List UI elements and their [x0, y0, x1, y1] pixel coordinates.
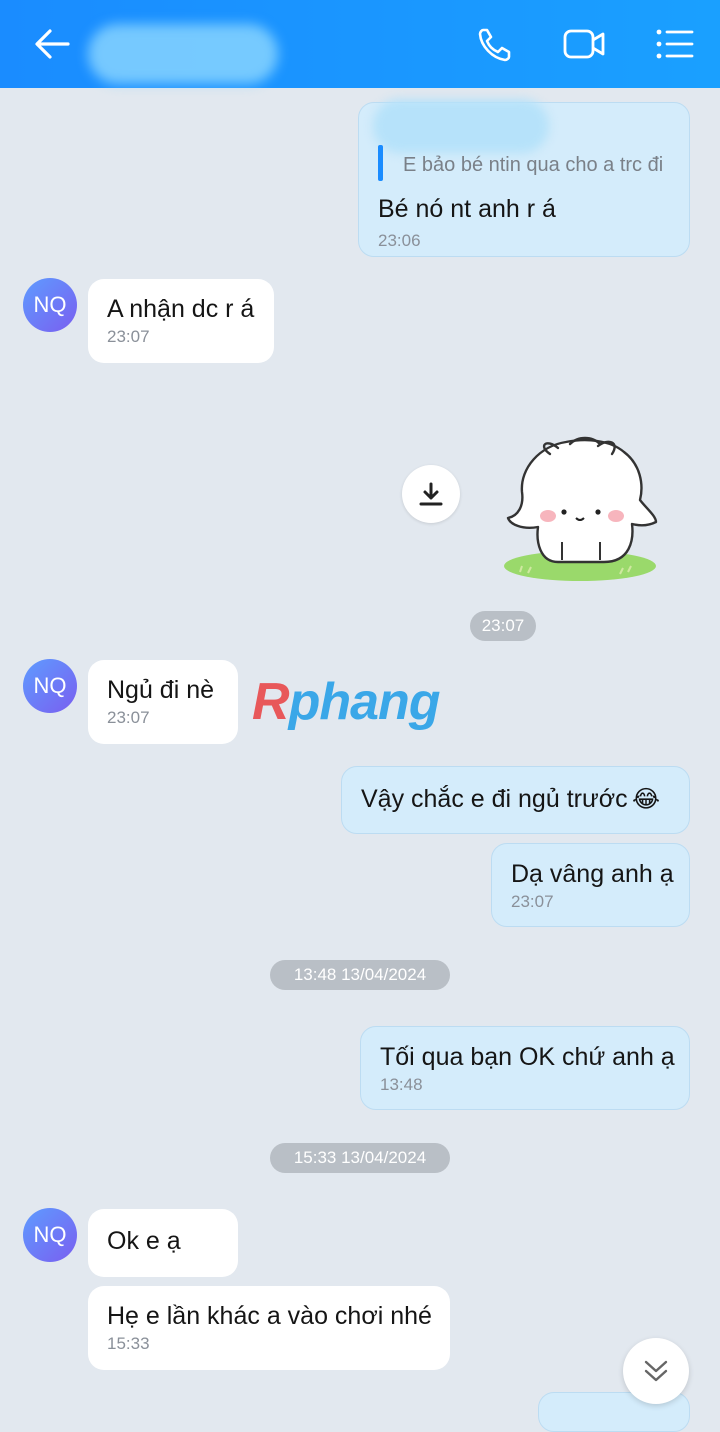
avatar[interactable]: NQ	[23, 659, 77, 713]
phone-icon[interactable]	[474, 22, 518, 66]
message-time: 23:07	[107, 708, 150, 727]
quoted-message: E bảo bé ntin qua cho a trc đi	[378, 145, 670, 181]
laughing-emoji-icon: 😂	[632, 786, 661, 813]
date-divider: 15:33 13/04/2024	[270, 1143, 450, 1173]
sticker-time-badge: 23:07	[470, 611, 536, 641]
incoming-message-bubble[interactable]: A nhận dc r á 23:07	[88, 279, 274, 363]
video-camera-icon[interactable]	[562, 22, 606, 66]
incoming-message-bubble[interactable]: Ok e ạ	[88, 1209, 238, 1277]
message-time: 23:07	[107, 327, 150, 346]
download-button[interactable]	[402, 465, 460, 523]
message-text: Bé nó nt anh r á	[378, 195, 556, 223]
scroll-to-bottom-button[interactable]	[623, 1338, 689, 1404]
outgoing-message-bubble[interactable]: Tối qua bạn OK chứ anh ạ 13:48	[360, 1026, 690, 1110]
message-text: Tối qua bạn OK chứ anh ạ	[380, 1043, 675, 1071]
chat-header	[0, 0, 720, 88]
double-chevron-down-icon	[644, 1360, 668, 1382]
message-time: 23:07	[511, 892, 554, 911]
quoted-sender-blurred	[373, 99, 549, 153]
download-icon	[419, 482, 443, 506]
message-text: Dạ vâng anh ạ	[511, 860, 674, 888]
message-text: Ngủ đi nè	[107, 676, 215, 704]
avatar[interactable]: NQ	[23, 278, 77, 332]
message-time: 15:33	[107, 1334, 150, 1353]
message-time: 23:06	[378, 231, 421, 250]
back-arrow-icon[interactable]	[30, 22, 74, 66]
outgoing-message-bubble[interactable]: Vậy chắc e đi ngủ trước 😂	[341, 766, 690, 834]
message-text: Hẹ e lần khác a vào chơi nhé	[107, 1302, 432, 1330]
message-text: Vậy chắc e đi ngủ trước	[361, 785, 628, 813]
contact-name-blurred[interactable]	[88, 24, 278, 84]
outgoing-message-bubble[interactable]: Dạ vâng anh ạ 23:07	[491, 843, 690, 927]
incoming-message-bubble[interactable]: Hẹ e lần khác a vào chơi nhé 15:33	[88, 1286, 450, 1370]
cat-sticker-image[interactable]	[500, 432, 665, 587]
message-time: 13:48	[380, 1075, 423, 1094]
watermark-logo: Rphang	[252, 673, 441, 731]
message-text: A nhận dc r á	[107, 295, 255, 323]
incoming-message-bubble[interactable]: Ngủ đi nè 23:07	[88, 660, 238, 744]
list-menu-icon[interactable]	[652, 22, 696, 66]
outgoing-message-bubble[interactable]: E bảo bé ntin qua cho a trc đi Bé nó nt …	[358, 99, 690, 257]
message-text: Ok e ạ	[107, 1227, 181, 1255]
date-divider: 13:48 13/04/2024	[270, 960, 450, 990]
avatar[interactable]: NQ	[23, 1208, 77, 1262]
